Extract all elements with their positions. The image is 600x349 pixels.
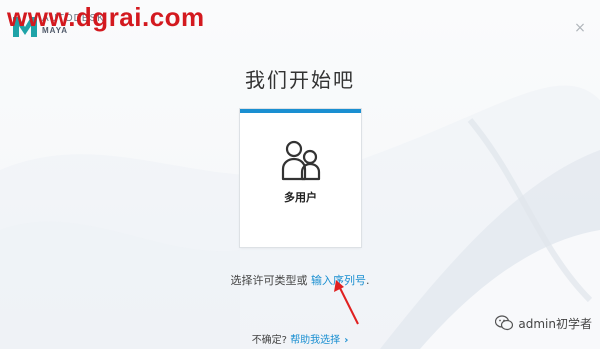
help-row: 不确定? 帮助我选择 › (0, 331, 600, 346)
multi-user-card[interactable] (240, 109, 361, 247)
app-window: AUTODESK MAYA www.dgrai.com × 我们开始吧 多用户 … (0, 0, 600, 349)
annotation-arrow-icon (334, 280, 359, 325)
card-accent-bar (240, 109, 361, 113)
help-prefix: 不确定? (251, 335, 291, 346)
help-me-choose-link[interactable]: 帮助我选择 (290, 335, 340, 346)
wechat-icon (495, 315, 514, 331)
chevron-right-icon[interactable]: › (344, 335, 348, 346)
wechat-badge: admin初学者 (495, 313, 592, 333)
card-label: 多用户 (284, 191, 317, 204)
page-title: 我们开始吧 (245, 68, 355, 92)
license-prefix: 选择许可类型或 (230, 274, 311, 287)
wechat-account-label: admin初学者 (518, 316, 592, 331)
license-row: 选择许可类型或 输入序列号. (0, 272, 600, 288)
multi-user-icon (281, 140, 321, 181)
close-button[interactable]: × (572, 20, 588, 36)
site-watermark: www.dgrai.com (7, 2, 205, 32)
